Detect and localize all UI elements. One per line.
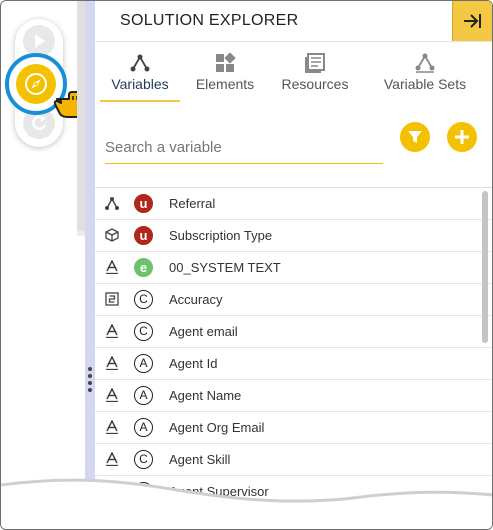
scope-badge: u — [134, 194, 153, 213]
compass-icon — [25, 73, 47, 95]
variable-name: Subscription Type — [169, 228, 273, 243]
variable-name: Agent email — [169, 324, 238, 339]
scope-badge: A — [134, 386, 153, 405]
variable-name: Agent Skill — [169, 452, 231, 467]
variable-row[interactable]: C Agent Skill — [95, 444, 492, 476]
filter-button[interactable] — [400, 122, 430, 152]
explorer-tabs: Variables Elements Resources Variable Se… — [95, 42, 492, 102]
search-input[interactable] — [105, 133, 383, 161]
variable-name: Agent Supervisor — [169, 484, 269, 499]
elements-icon — [216, 52, 236, 72]
collapse-panel-button[interactable] — [452, 1, 492, 41]
plus-icon — [455, 130, 469, 144]
variable-name: Accuracy — [169, 292, 223, 307]
solution-explorer-panel: SOLUTION EXPLORER Variables Elements Res… — [85, 1, 492, 529]
variable-list: u Referral u Subscription Type e 00_SYSTEM TE… — [95, 187, 492, 529]
tab-variable-sets[interactable]: Variable Sets — [370, 42, 480, 100]
variable-row[interactable]: C Agent email — [95, 316, 492, 348]
search-container — [105, 133, 383, 164]
resources-icon — [305, 53, 325, 73]
text-icon — [105, 323, 119, 339]
app-frame: SOLUTION EXPLORER Variables Elements Res… — [0, 0, 493, 530]
variable-row[interactable]: C Accuracy — [95, 284, 492, 316]
play-icon — [35, 34, 45, 48]
cube-icon — [105, 228, 119, 242]
arrow-right-to-bar-icon — [464, 14, 481, 28]
list-scrollbar[interactable] — [482, 191, 488, 343]
variable-row[interactable]: u Subscription Type — [95, 220, 492, 252]
scope-badge: C — [134, 290, 153, 309]
text-icon — [105, 419, 119, 435]
scope-badge: A — [134, 354, 153, 373]
tab-resources[interactable]: Resources — [270, 42, 360, 100]
variable-name: 00_SYSTEM TEXT — [169, 260, 281, 275]
variable-sets-icon — [415, 53, 435, 73]
compass-button[interactable] — [16, 64, 56, 104]
variable-name: Agent Org Email — [169, 420, 265, 435]
panel-header: SOLUTION EXPLORER — [95, 1, 492, 42]
tab-variable-sets-label: Variable Sets — [383, 76, 467, 92]
scope-badge: u — [134, 226, 153, 245]
variable-row[interactable]: u Referral — [95, 188, 492, 220]
left-scrollbar[interactable] — [77, 1, 85, 236]
variable-name: Agent Id — [169, 356, 218, 371]
number-icon — [105, 292, 119, 306]
resize-grip[interactable] — [87, 367, 93, 397]
scope-badge: C — [134, 322, 153, 341]
text-icon — [105, 483, 119, 499]
refresh-icon — [32, 115, 47, 131]
variable-row[interactable]: A Agent Org Email — [95, 412, 492, 444]
scope-badge: e — [134, 258, 153, 277]
scope-badge: C — [134, 450, 153, 469]
variable-row[interactable]: A Agent Name — [95, 380, 492, 412]
tab-elements-label: Elements — [195, 76, 255, 92]
tab-resources-label: Resources — [281, 76, 349, 92]
variables-icon — [130, 54, 150, 72]
variable-row[interactable]: e 00_SYSTEM TEXT — [95, 252, 492, 284]
text-icon — [105, 387, 119, 403]
variable-name: Referral — [169, 196, 216, 211]
left-scrollbar-thumb[interactable] — [77, 1, 85, 231]
text-icon — [105, 451, 119, 467]
tab-variables-label: Variables — [111, 76, 169, 92]
scope-badge: A — [134, 482, 153, 501]
filter-icon — [408, 131, 422, 143]
add-variable-button[interactable] — [447, 122, 477, 152]
variable-name: Agent Name — [169, 388, 242, 403]
network-icon — [105, 196, 119, 210]
variable-row[interactable]: A Agent Supervisor — [95, 476, 492, 508]
tab-elements[interactable]: Elements — [185, 42, 265, 100]
text-icon — [105, 259, 119, 275]
variable-row[interactable]: A Agent Id — [95, 348, 492, 380]
panel-title: SOLUTION EXPLORER — [120, 12, 299, 29]
text-icon — [105, 355, 119, 371]
scope-badge: A — [134, 418, 153, 437]
tab-variables[interactable]: Variables — [100, 42, 180, 102]
